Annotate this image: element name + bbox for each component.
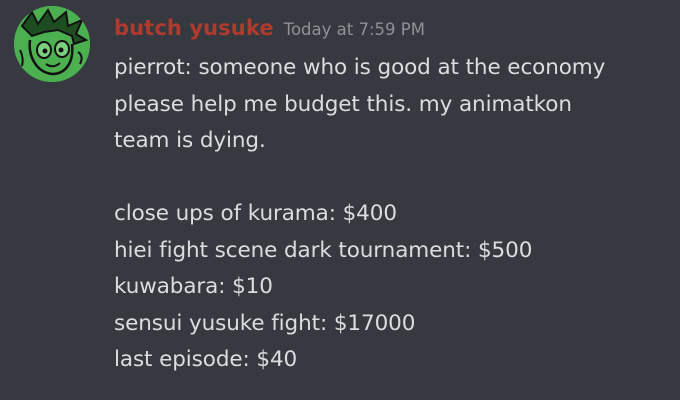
- message-line: please help me budget this. my animatkon: [114, 91, 572, 117]
- message-content: pierrot: someone who is good at the econ…: [114, 50, 674, 379]
- message-line: team is dying.: [114, 128, 266, 153]
- budget-line: hiei fight scene dark tournament: $500: [114, 237, 533, 263]
- budget-line: sensui yusuke fight: $17000: [114, 310, 416, 336]
- message-line: pierrot: someone who is good at the econ…: [114, 55, 606, 80]
- username[interactable]: butch yusuke: [114, 16, 274, 40]
- timestamp[interactable]: Today at 7:59 PM: [284, 20, 425, 39]
- budget-line: close ups of kurama: $400: [114, 201, 397, 226]
- budget-line: kuwabara: $10: [114, 274, 273, 299]
- budget-line: last episode: $40: [114, 347, 298, 372]
- message-header: butch yusuke Today at 7:59 PM: [114, 12, 425, 46]
- chat-message: butch yusuke Today at 7:59 PM pierrot: so…: [0, 0, 680, 400]
- cartoon-face-avatar-icon: [14, 6, 90, 82]
- user-avatar[interactable]: [14, 6, 90, 82]
